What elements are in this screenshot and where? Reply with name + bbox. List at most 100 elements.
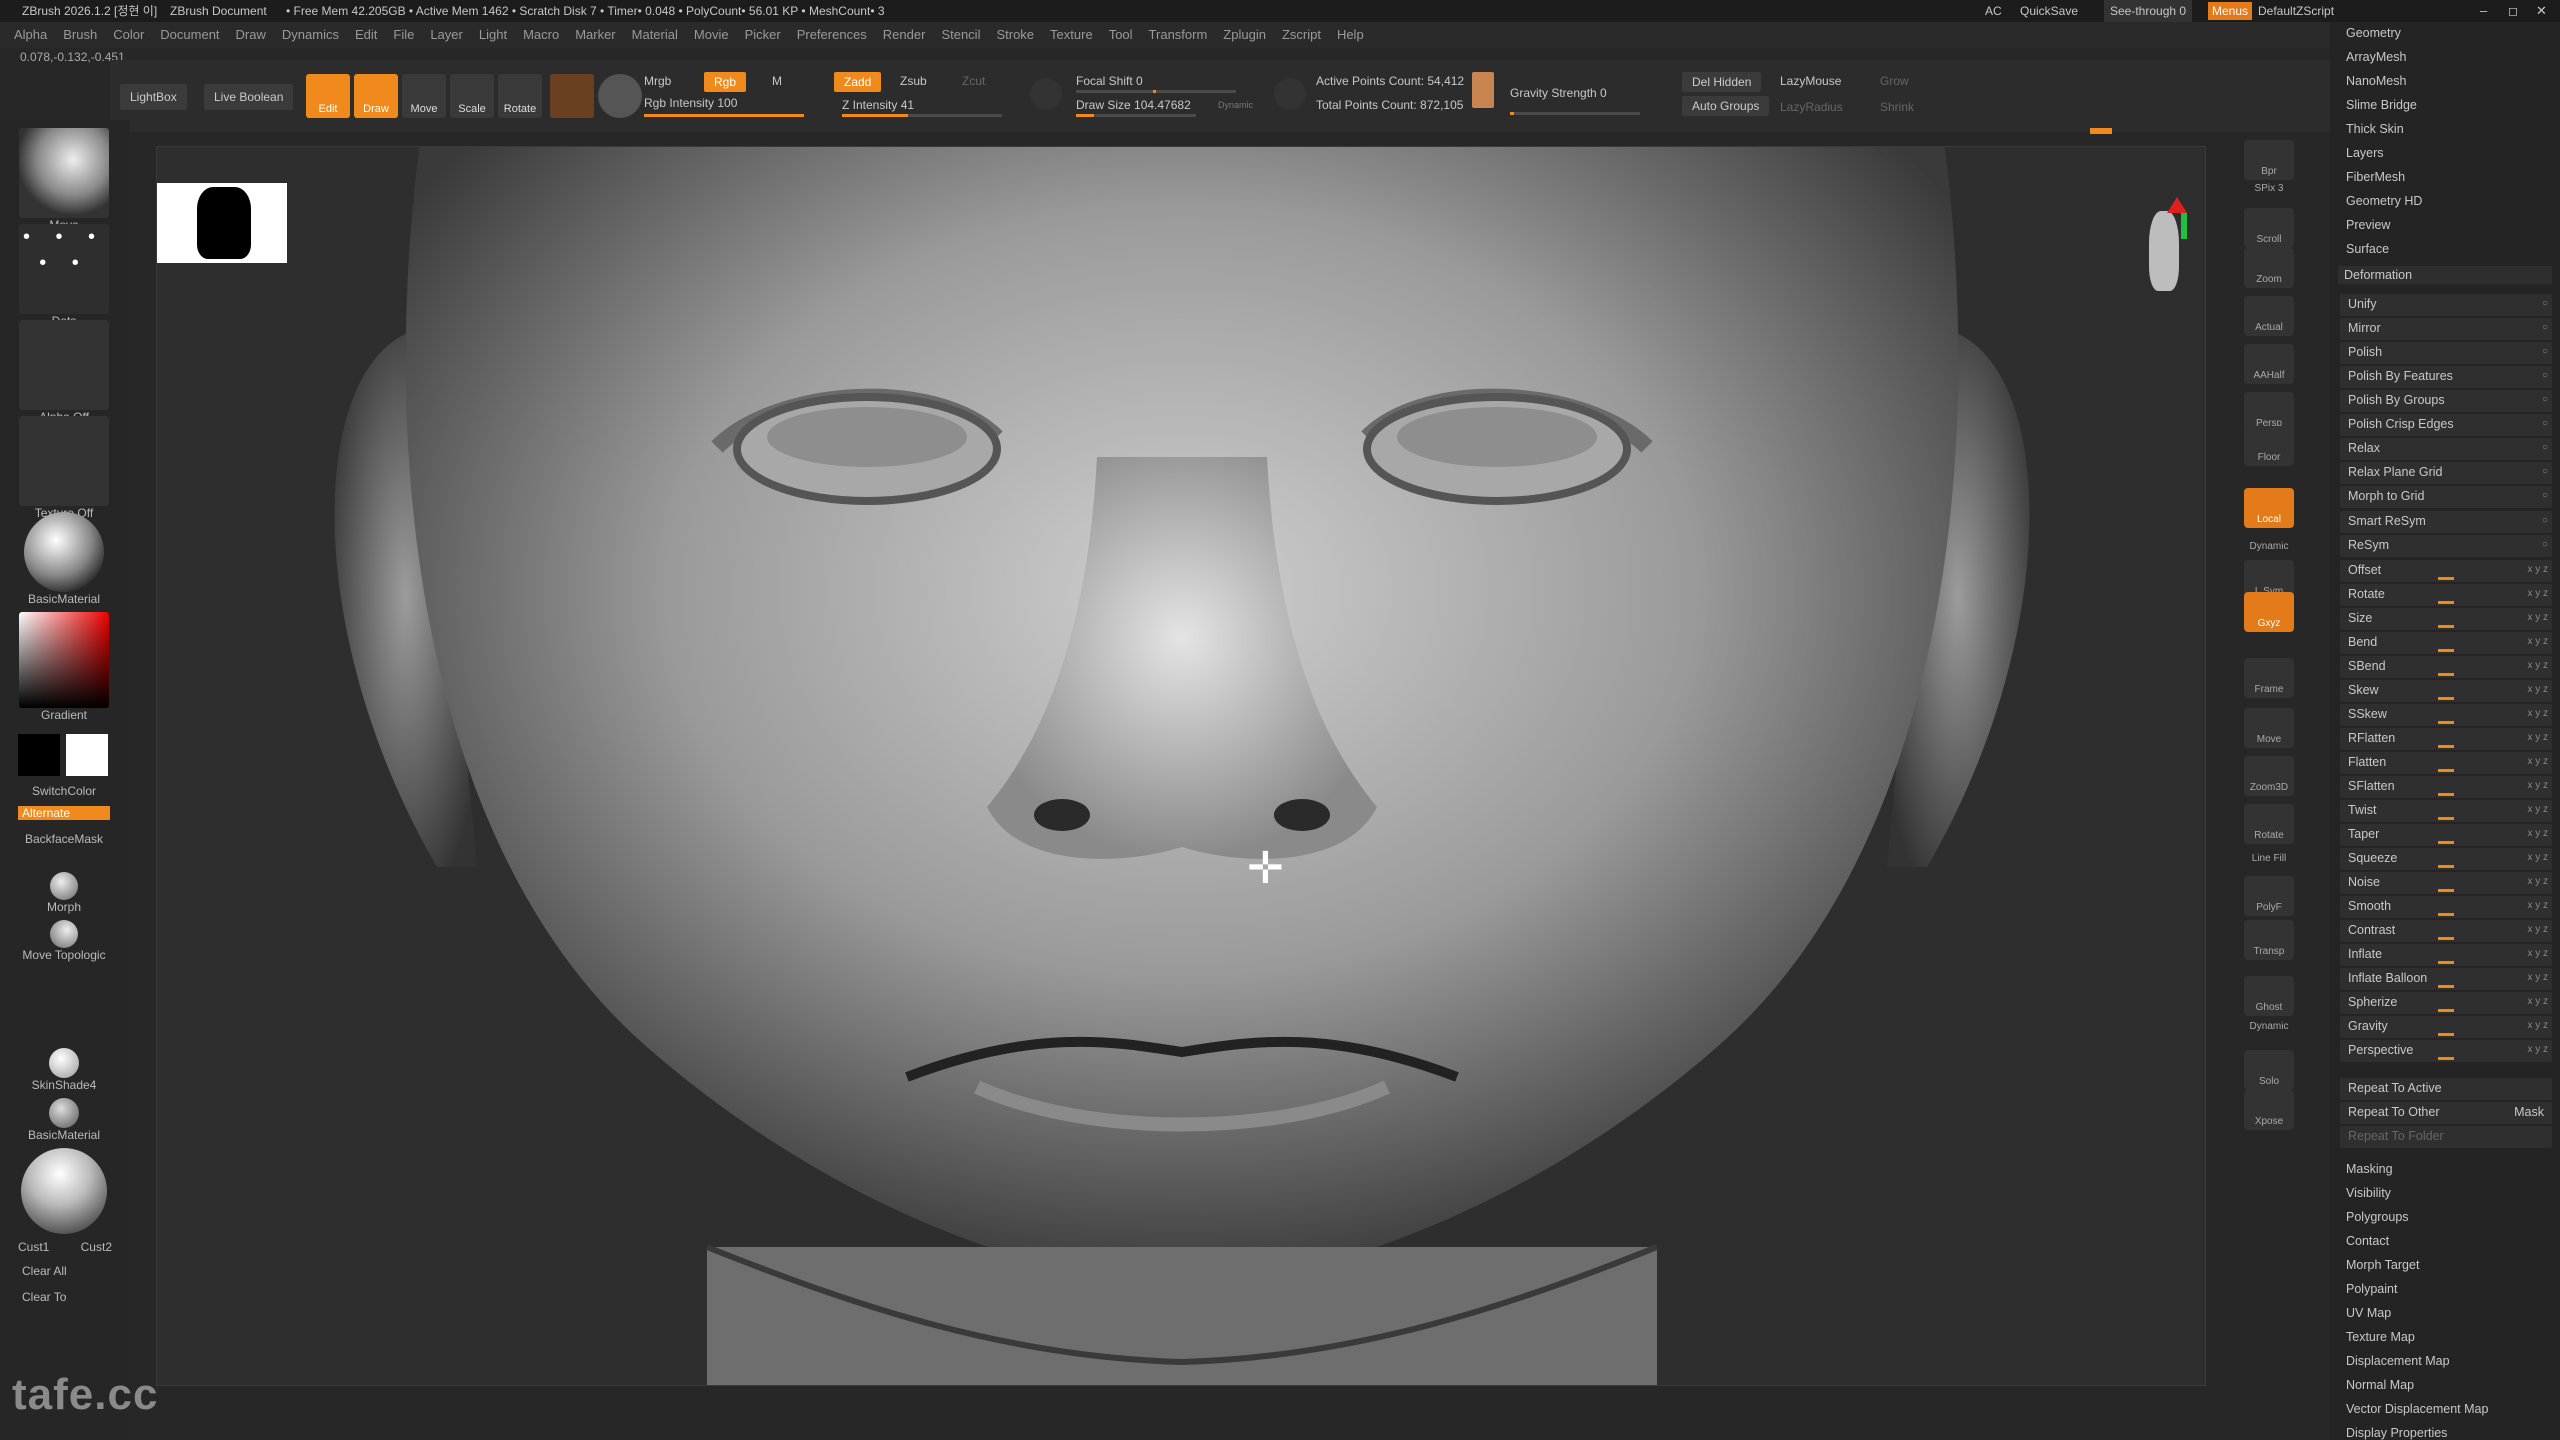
slider-handle[interactable] (2438, 889, 2454, 892)
axis-toggle-icon[interactable]: ○ (2542, 515, 2548, 526)
deform-smooth[interactable]: Smooth x y z (2340, 896, 2552, 918)
shrink-button[interactable]: Shrink (1880, 100, 1914, 114)
secondary-color-swatch[interactable] (66, 734, 108, 776)
deform-unify[interactable]: Unify ○ (2340, 294, 2552, 316)
deform-bend[interactable]: Bend x y z (2340, 632, 2552, 654)
deform-relax[interactable]: Relax ○ (2340, 438, 2552, 460)
slider-handle[interactable] (2438, 649, 2454, 652)
axis-toggle-icon[interactable]: x y z (2527, 588, 2548, 599)
palette-normal-map[interactable]: Normal Map (2346, 1378, 2414, 1392)
deform-rotate[interactable]: Rotate x y z (2340, 584, 2552, 606)
axis-toggle-icon[interactable]: x y z (2527, 756, 2548, 767)
axis-toggle-icon[interactable]: x y z (2527, 612, 2548, 623)
del-hidden-button[interactable]: Del Hidden (1682, 72, 1762, 92)
menu-render[interactable]: Render (883, 22, 926, 48)
axis-toggle-icon[interactable]: ○ (2542, 442, 2548, 453)
deform-resym[interactable]: ReSym ○ (2340, 535, 2552, 557)
view-zoom-button[interactable]: Zoom (2244, 248, 2294, 288)
view-ghost-button[interactable]: Ghost (2244, 976, 2294, 1016)
deform-mirror[interactable]: Mirror ○ (2340, 318, 2552, 340)
view-rotate-button[interactable]: Rotate (2244, 804, 2294, 844)
palette-geometry[interactable]: Geometry (2346, 26, 2401, 40)
deform-polish-crisp-edges[interactable]: Polish Crisp Edges ○ (2340, 414, 2552, 436)
deform-sflatten[interactable]: SFlatten x y z (2340, 776, 2552, 798)
menu-preferences[interactable]: Preferences (797, 22, 867, 48)
palette-polygroups[interactable]: Polygroups (2346, 1210, 2409, 1224)
axis-toggle-icon[interactable]: x y z (2527, 972, 2548, 983)
d-icon[interactable] (1274, 78, 1306, 110)
slider-handle[interactable] (2438, 769, 2454, 772)
clear-all-button[interactable]: Clear All (18, 1264, 110, 1278)
close-icon[interactable]: ✕ (2536, 0, 2547, 22)
draw-button[interactable]: Draw (354, 74, 398, 118)
menu-light[interactable]: Light (479, 22, 507, 48)
draw-size-slider[interactable] (1076, 114, 1196, 117)
menu-material[interactable]: Material (632, 22, 678, 48)
deform-twist[interactable]: Twist x y z (2340, 800, 2552, 822)
axis-toggle-icon[interactable]: ○ (2542, 394, 2548, 405)
slider-handle[interactable] (2438, 601, 2454, 604)
color-sphere-icon[interactable] (598, 74, 642, 118)
menu-edit[interactable]: Edit (355, 22, 377, 48)
morph-brush[interactable]: Morph (18, 872, 110, 914)
slider-handle[interactable] (2438, 913, 2454, 916)
view-move-button[interactable]: Move (2244, 708, 2294, 748)
axis-toggle-icon[interactable]: x y z (2527, 564, 2548, 575)
deform-morph-to-grid[interactable]: Morph to Grid ○ (2340, 486, 2552, 508)
deform-skew[interactable]: Skew x y z (2340, 680, 2552, 702)
axis-toggle-icon[interactable]: x y z (2527, 660, 2548, 671)
menu-stroke[interactable]: Stroke (996, 22, 1034, 48)
navigator-thumbnail[interactable] (157, 183, 287, 263)
view-local-button[interactable]: Local (2244, 488, 2294, 528)
view-transp-button[interactable]: Transp (2244, 920, 2294, 960)
axis-toggle-icon[interactable]: ○ (2542, 346, 2548, 357)
palette-vector-displacement-map[interactable]: Vector Displacement Map (2346, 1402, 2488, 1416)
menu-zplugin[interactable]: Zplugin (1223, 22, 1266, 48)
menu-marker[interactable]: Marker (575, 22, 615, 48)
cust1-button[interactable]: Cust1 (18, 1240, 64, 1254)
menu-file[interactable]: File (393, 22, 414, 48)
view-solo-button[interactable]: Solo (2244, 1050, 2294, 1090)
slider-handle[interactable] (2438, 817, 2454, 820)
slider-handle[interactable] (2438, 745, 2454, 748)
color-swatches[interactable] (18, 734, 110, 776)
grow-button[interactable]: Grow (1880, 74, 1909, 88)
cust2-button[interactable]: Cust2 (66, 1240, 112, 1254)
deform-polish-by-groups[interactable]: Polish By Groups ○ (2340, 390, 2552, 412)
deform-sbend[interactable]: SBend x y z (2340, 656, 2552, 678)
switchcolor-label[interactable]: SwitchColor (18, 784, 110, 798)
repeat-to-active-button[interactable]: Repeat To Active (2340, 1078, 2552, 1100)
axis-toggle-icon[interactable]: x y z (2527, 924, 2548, 935)
deform-perspective[interactable]: Perspective x y z (2340, 1040, 2552, 1062)
clear-to-button[interactable]: Clear To (18, 1290, 110, 1304)
menu-stencil[interactable]: Stencil (941, 22, 980, 48)
palette-surface[interactable]: Surface (2346, 242, 2389, 256)
slider-handle[interactable] (2438, 1009, 2454, 1012)
menu-layer[interactable]: Layer (430, 22, 463, 48)
axis-toggle-icon[interactable]: ○ (2542, 298, 2548, 309)
slider-handle[interactable] (2438, 841, 2454, 844)
palette-displacement-map[interactable]: Displacement Map (2346, 1354, 2450, 1368)
backfacemask-button[interactable]: BackfaceMask (18, 832, 110, 846)
deform-rflatten[interactable]: RFlatten x y z (2340, 728, 2552, 750)
slider-handle[interactable] (2438, 625, 2454, 628)
view-xpose-button[interactable]: Xpose (2244, 1090, 2294, 1130)
focal-shift-slider[interactable] (1076, 90, 1236, 93)
menu-texture[interactable]: Texture (1050, 22, 1093, 48)
slider-handle[interactable] (2438, 865, 2454, 868)
view-dynamic-button[interactable]: Dynamic (2244, 1018, 2294, 1036)
palette-texture-map[interactable]: Texture Map (2346, 1330, 2415, 1344)
deform-noise[interactable]: Noise x y z (2340, 872, 2552, 894)
axis-toggle-icon[interactable]: x y z (2527, 828, 2548, 839)
axis-toggle-icon[interactable]: x y z (2527, 708, 2548, 719)
material-sphere-icon[interactable] (550, 74, 594, 118)
view-floor-button[interactable]: Floor (2244, 426, 2294, 466)
palette-slime-bridge[interactable]: Slime Bridge (2346, 98, 2417, 112)
deform-contrast[interactable]: Contrast x y z (2340, 920, 2552, 942)
slider-handle[interactable] (2438, 937, 2454, 940)
slider-handle[interactable] (2438, 1033, 2454, 1036)
axis-toggle-icon[interactable]: ○ (2542, 539, 2548, 550)
palette-geometry-hd[interactable]: Geometry HD (2346, 194, 2422, 208)
view-line-fill-button[interactable]: Line Fill (2244, 850, 2294, 868)
alpha-slot[interactable]: Alpha Off (18, 320, 110, 424)
